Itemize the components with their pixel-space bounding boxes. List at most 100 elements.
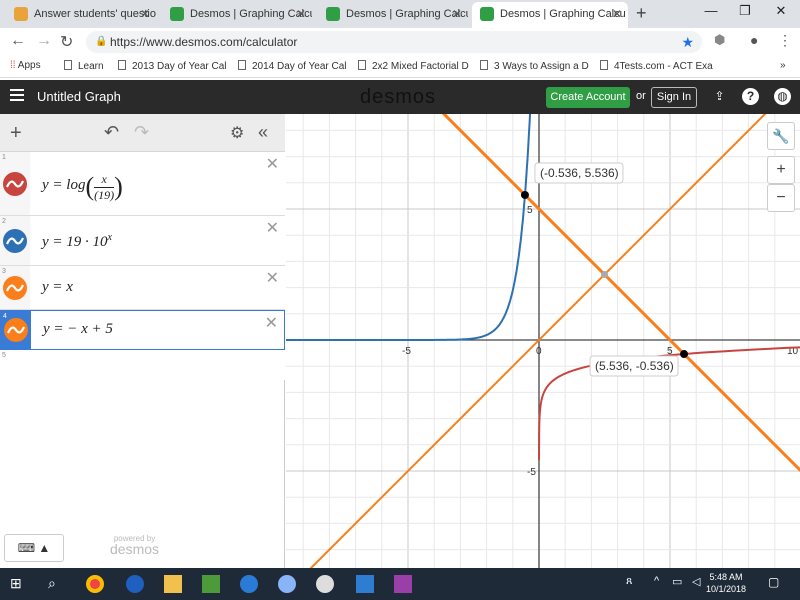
expression-tab[interactable]: 3 xyxy=(0,266,30,309)
share-icon[interactable]: ⇪ xyxy=(711,88,728,105)
magnifier-icon[interactable] xyxy=(316,575,334,593)
browser-tab-3[interactable]: Desmos | Graphing Calcul ✕ xyxy=(318,2,468,28)
profile-icon[interactable]: ● xyxy=(750,32,758,48)
or-text: or xyxy=(636,90,646,102)
redo-icon[interactable]: ↷ xyxy=(134,122,149,143)
keyboard-toggle-button[interactable]: ⌨ ▲ xyxy=(4,534,64,562)
bookmark-apps[interactable]: ⁞⁞ Apps xyxy=(10,60,41,71)
delete-expression-icon[interactable]: ✕ xyxy=(265,313,278,333)
add-item-icon[interactable]: + xyxy=(10,122,22,145)
settings-gear-icon[interactable]: ⚙ xyxy=(230,123,244,143)
back-button[interactable]: ← xyxy=(10,32,26,50)
expression-formula[interactable]: y = log(x (19)) xyxy=(42,172,123,203)
url-input[interactable]: 🔒 https://www.desmos.com/calculator ★ xyxy=(86,31,702,53)
row-number: 4 xyxy=(3,313,7,320)
extension-shield-icon[interactable]: ⬢ xyxy=(714,32,725,48)
graph-title[interactable]: Untitled Graph xyxy=(37,89,121,104)
restore-button[interactable]: ❐ xyxy=(730,3,760,19)
expression-tab[interactable]: 5 xyxy=(0,350,30,380)
expression-formula[interactable]: y = x xyxy=(42,279,73,296)
delete-expression-icon[interactable]: ✕ xyxy=(266,268,279,288)
bookmark-item[interactable]: 2013 Day of Year Cal xyxy=(118,60,227,72)
points[interactable]: (-0.536, 5.536) (5.536, -0.536) xyxy=(520,162,689,377)
collapse-panel-icon[interactable]: « xyxy=(258,122,268,143)
delete-expression-icon[interactable]: ✕ xyxy=(266,154,279,174)
bookmark-label: 3 Ways to Assign a D xyxy=(494,61,589,72)
hamburger-menu-icon[interactable] xyxy=(10,89,24,101)
menu-kebab-icon[interactable]: ⋮ xyxy=(778,32,792,49)
app-icon[interactable] xyxy=(202,575,220,593)
expression-tab[interactable]: 1 xyxy=(0,152,30,215)
notifications-icon[interactable]: ▢ xyxy=(768,575,786,593)
people-icon[interactable]: ጸ xyxy=(626,575,644,593)
graph-canvas[interactable]: -10-505105-5 (-0.536, 5.536)(5.536, -0.5… xyxy=(286,114,800,568)
expression-row-2[interactable]: 2 y = 19 · 10x ✕ xyxy=(0,216,285,266)
sign-in-button[interactable]: Sign In xyxy=(651,87,697,108)
fraction: x (19) xyxy=(94,172,115,203)
reload-button[interactable]: ↻ xyxy=(60,32,73,52)
chrome-icon[interactable] xyxy=(86,575,104,593)
forward-button[interactable]: → xyxy=(36,32,52,50)
app-icon[interactable] xyxy=(356,575,374,593)
expression-tab[interactable]: 2 xyxy=(0,216,30,265)
help-icon[interactable]: ? xyxy=(742,88,759,105)
curve-color-icon[interactable] xyxy=(3,229,27,253)
desmos-logo: desmos xyxy=(360,86,437,108)
curve-color-icon[interactable] xyxy=(3,172,27,196)
bookmark-item[interactable]: 2014 Day of Year Cal xyxy=(238,60,347,72)
page-icon xyxy=(64,60,72,70)
app-icon[interactable] xyxy=(278,575,296,593)
battery-icon[interactable]: ▭ xyxy=(672,575,690,593)
delete-expression-icon[interactable]: ✕ xyxy=(266,218,279,238)
row-number: 5 xyxy=(2,352,6,359)
point-label: (5.536, -0.536) xyxy=(595,359,674,373)
search-icon[interactable]: ⌕ xyxy=(48,575,66,593)
more-bookmarks-icon[interactable]: » xyxy=(780,60,786,71)
exponent: x xyxy=(107,232,112,243)
bookmark-learn[interactable]: Learn xyxy=(64,60,104,72)
tab-close-icon[interactable]: ✕ xyxy=(140,2,150,26)
system-clock[interactable]: 5:48 AM 10/1/2018 xyxy=(706,571,746,595)
windows-taskbar: ⊞ ⌕ ጸ ^ ▭ ◁ 5:48 AM 10/1/2018 ▢ xyxy=(0,568,800,600)
expression-row-3[interactable]: 3 y = x ✕ xyxy=(0,266,285,310)
close-window-button[interactable]: ✕ xyxy=(766,3,796,19)
bookmark-item[interactable]: 2x2 Mixed Factorial D xyxy=(358,60,469,72)
app-icon[interactable] xyxy=(394,575,412,593)
undo-icon[interactable]: ↶ xyxy=(104,122,119,143)
expression-tab[interactable]: 4 xyxy=(1,311,31,349)
browser-tab-2[interactable]: Desmos | Graphing Calcul ✕ xyxy=(162,2,312,28)
tray-chevron-icon[interactable]: ^ xyxy=(654,575,672,593)
app-icon[interactable] xyxy=(126,575,144,593)
file-explorer-icon[interactable] xyxy=(164,575,182,593)
address-bar-row: ← → ↻ 🔒 https://www.desmos.com/calculato… xyxy=(0,28,800,56)
browser-tab-1[interactable]: Answer students' questio ✕ xyxy=(6,2,156,28)
curve-color-icon[interactable] xyxy=(3,276,27,300)
bookmark-item[interactable]: 4Tests.com - ACT Exa xyxy=(600,60,713,72)
caret-up-icon: ▲ xyxy=(38,541,51,555)
zoom-in-button[interactable]: + xyxy=(767,156,795,184)
expression-row-5[interactable]: 5 xyxy=(0,350,285,380)
page-icon xyxy=(600,60,608,70)
expression-row-4[interactable]: 4 y = − x + 5 ✕ xyxy=(0,310,285,350)
zoom-out-button[interactable]: − xyxy=(767,184,795,212)
tab-close-icon[interactable]: ✕ xyxy=(612,2,622,26)
bookmark-star-icon[interactable]: ★ xyxy=(681,31,694,53)
browser-tab-4[interactable]: Desmos | Graphing Calcu ✕ xyxy=(472,2,628,28)
tab-title: Answer students' questio xyxy=(34,8,156,20)
curve-color-icon[interactable] xyxy=(4,318,28,342)
bookmark-item[interactable]: 3 Ways to Assign a D xyxy=(480,60,589,72)
language-globe-icon[interactable]: ◍ xyxy=(774,88,791,105)
minimize-button[interactable]: — xyxy=(696,3,726,18)
expression-formula[interactable]: y = 19 · 10x xyxy=(42,232,112,251)
tab-close-icon[interactable]: ✕ xyxy=(452,2,462,26)
expression-row-1[interactable]: 1 y = log(x (19)) ✕ xyxy=(0,152,285,216)
tab-close-icon[interactable]: ✕ xyxy=(296,2,306,26)
windows-start-icon[interactable]: ⊞ xyxy=(10,575,28,593)
graph-settings-wrench-icon[interactable]: 🔧 xyxy=(767,122,795,150)
create-account-button[interactable]: Create Account xyxy=(546,87,630,108)
tab-title: Desmos | Graphing Calcul xyxy=(346,8,468,20)
paren-open: ( xyxy=(85,172,95,201)
app-icon[interactable] xyxy=(240,575,258,593)
new-tab-button[interactable]: + xyxy=(636,3,647,24)
expression-formula[interactable]: y = − x + 5 xyxy=(43,321,113,338)
